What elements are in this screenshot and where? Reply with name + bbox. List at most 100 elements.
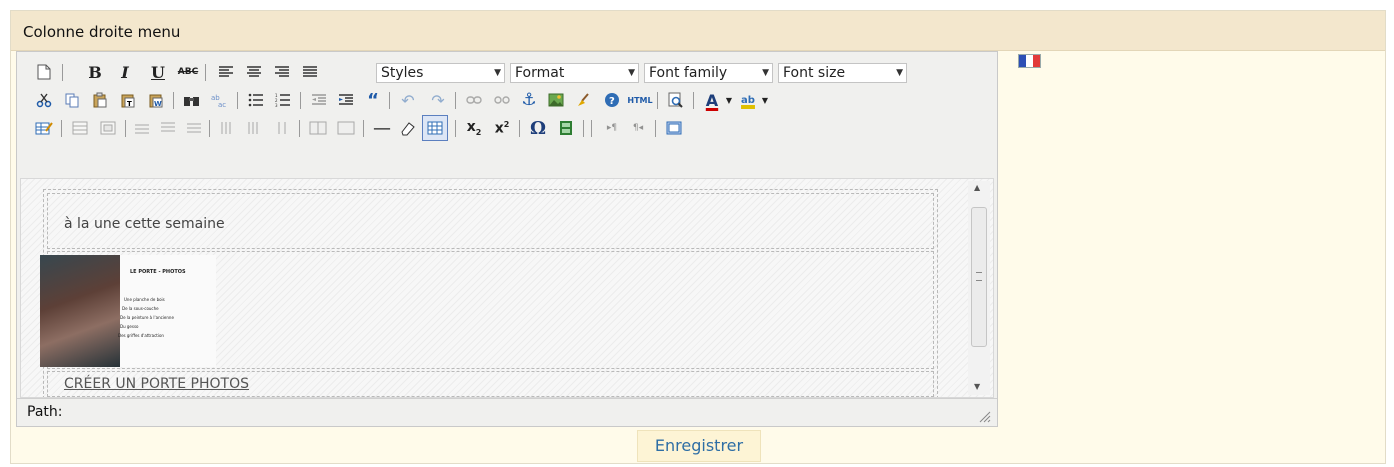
redo-button[interactable]: ↷ [427, 89, 449, 111]
path-label: Path: [27, 404, 63, 420]
insert-image-button[interactable] [545, 89, 567, 111]
anchor-icon: ⚓ [521, 90, 537, 110]
new-document-icon [37, 64, 51, 80]
thumbnail-line-3: De la peinture à l'ancienne [120, 315, 174, 320]
table-row-props-button[interactable] [69, 117, 91, 139]
svg-text:ac: ac [218, 101, 226, 108]
subscript-button[interactable]: x2 [463, 117, 485, 139]
undo-button[interactable]: ↶ [397, 89, 419, 111]
content-link[interactable]: CRÉER UN PORTE PHOTOS [64, 376, 249, 392]
superscript-button[interactable]: x2 [491, 117, 513, 139]
scroll-down-icon[interactable]: ▼ [974, 382, 980, 391]
underline-icon: U [151, 62, 165, 82]
column-after-icon [248, 122, 258, 134]
paste-text-button[interactable]: T [117, 89, 139, 111]
cut-button[interactable] [33, 89, 55, 111]
remove-format-button[interactable] [397, 117, 419, 139]
toolbar-row-2: T W ab ac 123 “ ↶ ↷ ⚓ ? HTML A ▼ ab ▼ [17, 86, 997, 114]
rtl-button[interactable]: ¶◂ [627, 117, 649, 139]
delete-row-button[interactable] [183, 117, 205, 139]
delete-column-button[interactable] [271, 117, 293, 139]
font-size-select[interactable]: Font size ▼ [778, 63, 907, 83]
new-document-button[interactable] [33, 61, 55, 83]
language-flag-icon[interactable] [1018, 54, 1041, 68]
copy-button[interactable] [61, 89, 83, 111]
text-color-dropdown[interactable]: ▼ [723, 89, 735, 111]
underline-button[interactable]: U [147, 61, 169, 83]
eraser-icon [401, 122, 415, 136]
insert-row-after-button[interactable] [157, 117, 179, 139]
indent-button[interactable] [335, 89, 357, 111]
paste-word-button[interactable]: W [145, 89, 167, 111]
superscript-icon: x2 [494, 119, 510, 137]
svg-text:T: T [127, 100, 132, 108]
font-family-select[interactable]: Font family ▼ [644, 63, 773, 83]
text-color-button[interactable]: A [701, 89, 723, 111]
grip-icon [976, 272, 982, 281]
special-char-button[interactable]: Ω [527, 117, 549, 139]
chevron-down-icon: ▼ [761, 95, 769, 105]
unlink-button[interactable] [491, 89, 513, 111]
rtl-icon: ¶◂ [632, 123, 644, 133]
editor-content-area[interactable]: à la une cette semaine LE PORTE - PHOTOS… [20, 178, 994, 398]
quote-icon: “ [367, 89, 379, 111]
table-cell-props-button[interactable] [97, 117, 119, 139]
insert-row-before-button[interactable] [131, 117, 153, 139]
blockquote-button[interactable]: “ [362, 89, 384, 111]
bold-button[interactable]: B [84, 61, 106, 83]
insert-column-after-button[interactable] [243, 117, 265, 139]
horizontal-rule-icon: — [373, 117, 391, 139]
strikethrough-button[interactable]: ABC [177, 61, 199, 83]
horizontal-rule-button[interactable]: — [371, 117, 393, 139]
visual-aid-button[interactable] [422, 115, 448, 141]
align-center-button[interactable] [243, 61, 265, 83]
save-button[interactable]: Enregistrer [637, 430, 761, 462]
paste-word-icon: W [149, 94, 163, 108]
find-button[interactable] [181, 89, 203, 111]
ltr-button[interactable]: ▸¶ [601, 117, 623, 139]
undo-icon: ↶ [401, 90, 415, 110]
link-icon [466, 96, 482, 104]
numbered-list-button[interactable]: 123 [272, 89, 294, 111]
anchor-button[interactable]: ⚓ [518, 89, 540, 111]
styles-select[interactable]: Styles ▼ [376, 63, 505, 83]
bullet-list-button[interactable] [245, 89, 267, 111]
help-button[interactable]: ? [601, 89, 623, 111]
chevron-down-icon: ▼ [762, 68, 769, 78]
replace-button[interactable]: ab ac [208, 89, 230, 111]
text-color-icon: A [705, 90, 719, 110]
merge-cells-button[interactable] [335, 117, 357, 139]
scroll-up-icon[interactable]: ▲ [974, 183, 980, 192]
insert-column-before-button[interactable] [215, 117, 237, 139]
scrollbar-thumb[interactable] [971, 207, 987, 347]
split-cells-button[interactable] [307, 117, 329, 139]
format-select-label: Format [515, 65, 565, 81]
toolbar-row-1: B I U ABC Styles ▼ Format ▼ Font family ▼ F… [17, 58, 997, 86]
porte-photos-thumbnail[interactable]: LE PORTE - PHOTOS Une planche de bois De… [40, 255, 216, 367]
highlight-color-button[interactable]: ab [737, 89, 759, 111]
paste-text-icon: T [121, 94, 135, 108]
align-right-button[interactable] [271, 61, 293, 83]
styles-select-label: Styles [381, 65, 424, 81]
italic-button[interactable]: I [114, 61, 136, 83]
highlight-color-dropdown[interactable]: ▼ [759, 89, 771, 111]
content-heading-block: à la une cette semaine [47, 193, 934, 249]
paste-button[interactable] [89, 89, 111, 111]
insert-media-button[interactable] [555, 117, 577, 139]
resize-handle-icon[interactable] [979, 411, 991, 423]
insert-table-button[interactable] [33, 117, 55, 139]
align-left-button[interactable] [215, 61, 237, 83]
preview-button[interactable] [665, 89, 687, 111]
html-source-button[interactable]: HTML [627, 89, 652, 111]
content-scrollbar[interactable]: ▲ ▼ [968, 181, 990, 395]
fullscreen-button[interactable] [663, 117, 685, 139]
outdent-button[interactable] [308, 89, 330, 111]
insert-link-button[interactable] [463, 89, 485, 111]
align-justify-button[interactable] [299, 61, 321, 83]
row-before-icon [135, 124, 149, 134]
format-select[interactable]: Format ▼ [510, 63, 639, 83]
thumbnail-line-5: Des griffes d'attraction [118, 333, 164, 338]
cleanup-button[interactable] [573, 89, 595, 111]
paste-icon [93, 92, 107, 108]
content-link-block: CRÉER UN PORTE PHOTOS [47, 371, 934, 397]
